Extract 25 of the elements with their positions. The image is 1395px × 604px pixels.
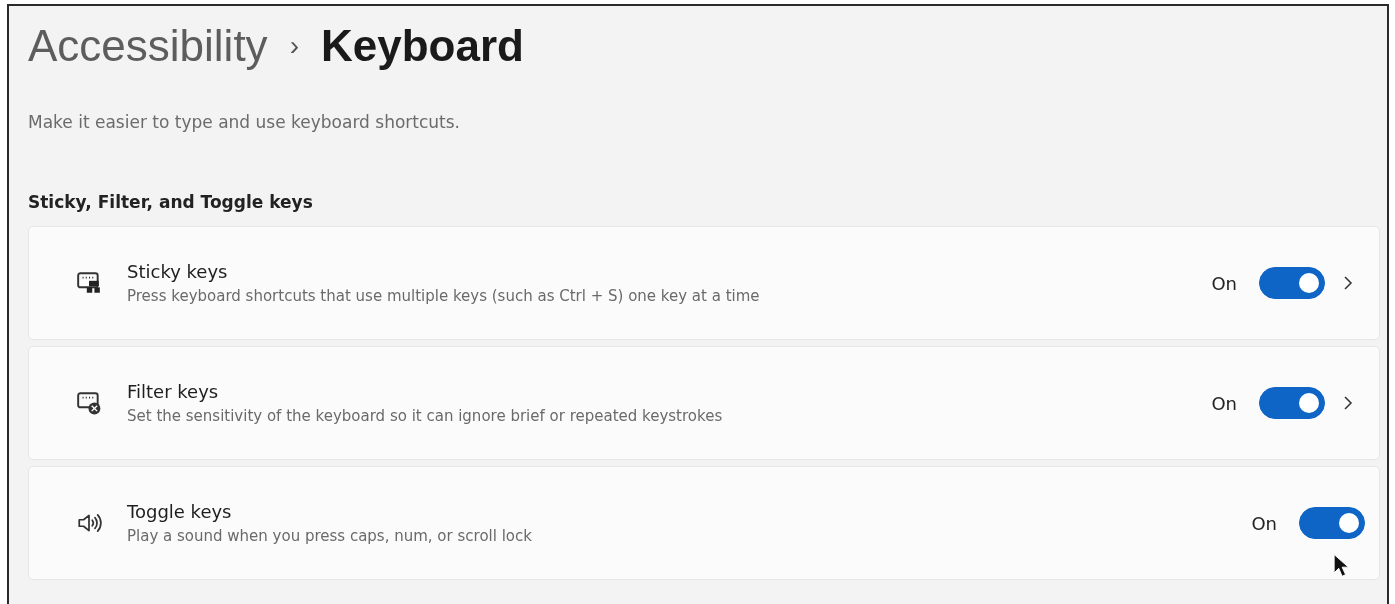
setting-card[interactable]: Sticky keys Press keyboard shortcuts that use multiple keys (such as Ctrl + S) one key at a time On — [28, 226, 1380, 340]
toggle-switch[interactable] — [1259, 267, 1325, 299]
toggle-state-label: On — [1211, 272, 1237, 294]
chevron-right-icon[interactable] — [1343, 395, 1353, 411]
setting-title: Sticky keys — [127, 261, 229, 282]
chevron-right-icon[interactable] — [1343, 275, 1353, 291]
toggle-state-label: On — [1251, 512, 1277, 534]
setting-card[interactable]: Toggle keys Play a sound when you press caps, num, or scroll lock On — [28, 466, 1380, 580]
page-description: Make it easier to type and use keyboard shortcuts. — [28, 112, 461, 132]
setting-description: Set the sensitivity of the keyboard so it can ignore brief or repeated keystrokes — [127, 407, 724, 425]
breadcrumb-separator: › — [289, 30, 299, 62]
setting-title: Toggle keys — [127, 501, 233, 522]
breadcrumb-link[interactable]: Accessibility — [28, 21, 268, 71]
toggle-switch[interactable] — [1299, 507, 1365, 539]
setting-description: Play a sound when you press caps, num, or scroll lock — [127, 527, 533, 545]
mouse-pointer-icon — [1333, 553, 1349, 579]
page-title: Keyboard — [320, 21, 524, 71]
setting-description: Press keyboard shortcuts that use multiple keys (such as Ctrl + S) one key at a time — [127, 287, 761, 305]
keyboard-icon — [76, 270, 102, 296]
toggle-switch[interactable] — [1259, 387, 1325, 419]
toggle-state-label: On — [1211, 392, 1237, 414]
keyboard-icon — [76, 390, 102, 416]
setting-title: Filter keys — [127, 381, 220, 402]
section-heading: Sticky, Filter, and Toggle keys — [28, 192, 314, 212]
setting-card[interactable]: Filter keys Set the sensitivity of the keyboard so it can ignore brief or repeated keystrokes On — [28, 346, 1380, 460]
